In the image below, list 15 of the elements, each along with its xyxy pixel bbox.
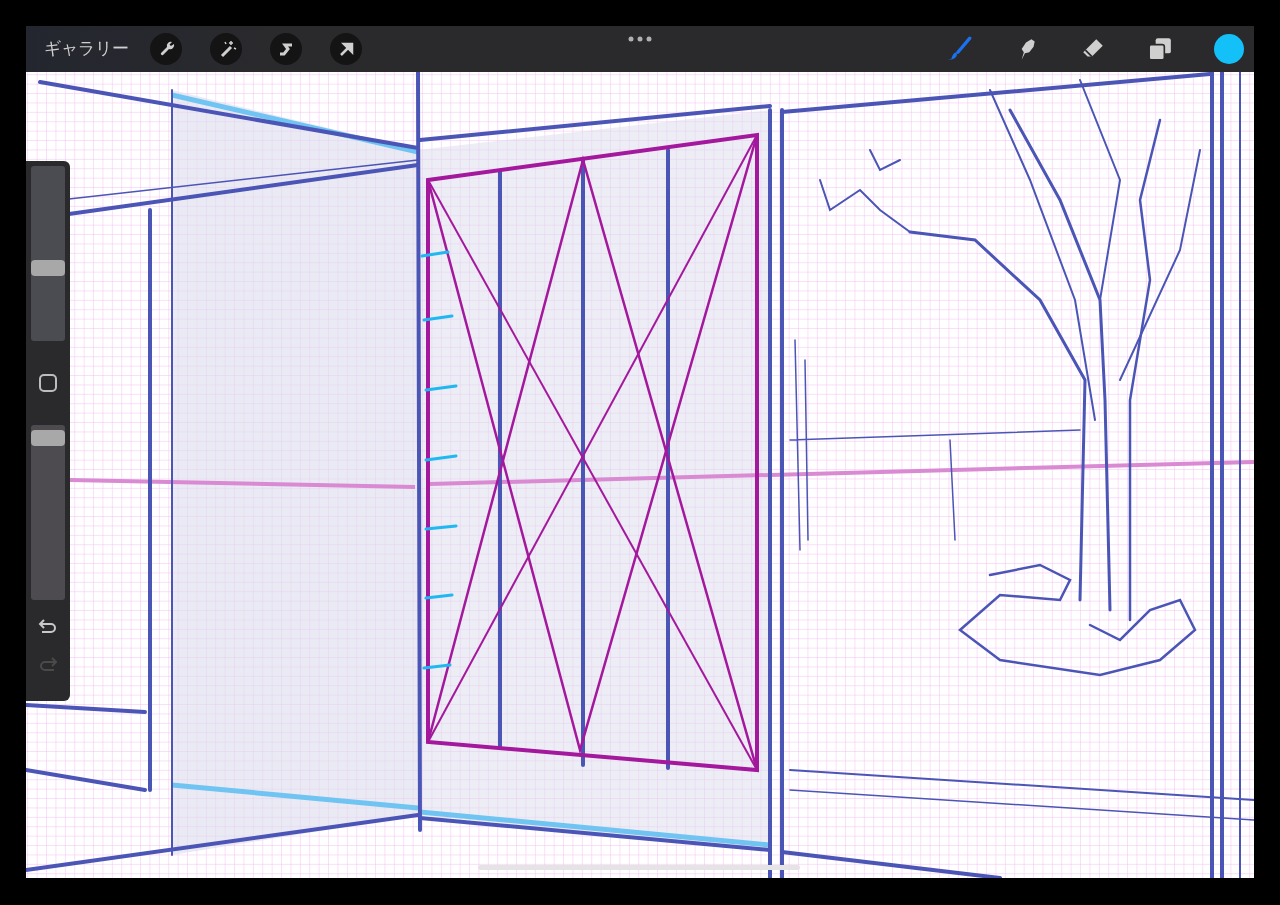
magic-wand-button[interactable] — [210, 33, 242, 65]
brush-size-slider[interactable] — [31, 166, 65, 341]
opacity-slider[interactable] — [31, 425, 65, 600]
slider-thumb[interactable] — [31, 259, 65, 276]
layers-icon[interactable] — [1147, 36, 1173, 62]
wrench-button[interactable] — [150, 33, 182, 65]
gallery-link[interactable]: ギャラリー — [44, 36, 129, 62]
undo-icon[interactable] — [38, 618, 58, 634]
modify-button-icon[interactable] — [38, 373, 58, 393]
brush-icon[interactable] — [946, 36, 972, 62]
slider-thumb[interactable] — [31, 429, 65, 446]
selection-button[interactable] — [270, 33, 302, 65]
color-swatch[interactable] — [1214, 34, 1244, 64]
more-menu-icon[interactable] — [628, 36, 652, 42]
arrow-button[interactable] — [330, 33, 362, 65]
